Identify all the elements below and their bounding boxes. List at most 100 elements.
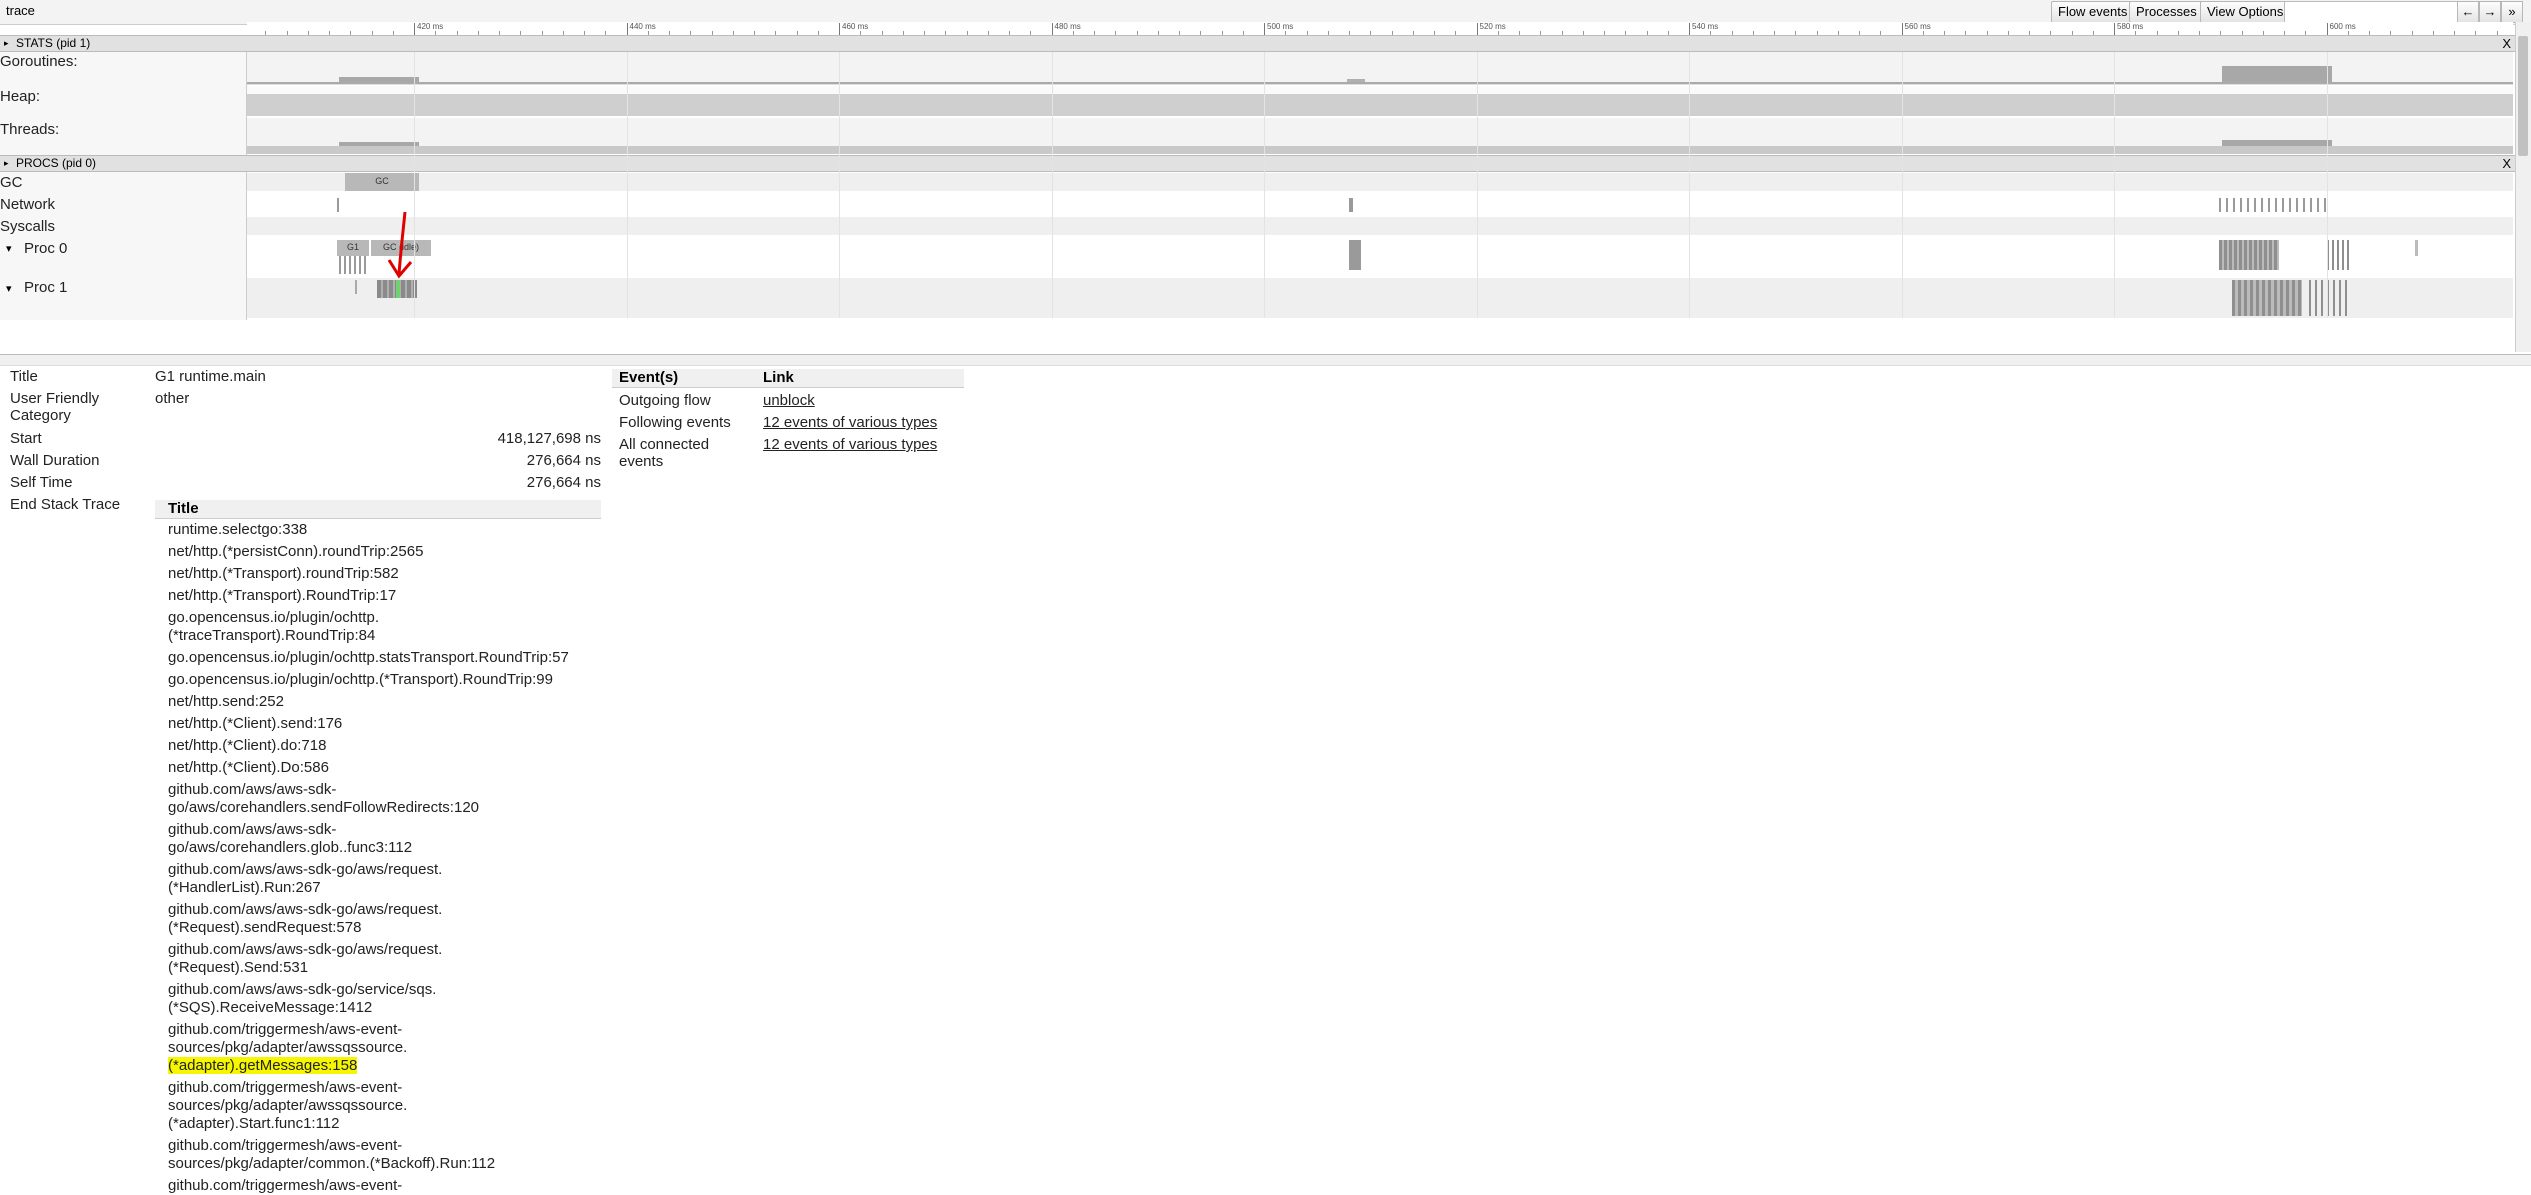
stack-frame: net/http.send:252 <box>168 693 598 711</box>
close-icon[interactable]: X <box>2502 36 2511 51</box>
collapse-icon[interactable]: ▸ <box>4 36 9 51</box>
outgoing-flow-link[interactable]: unblock <box>763 392 815 409</box>
proc0-event[interactable] <box>2415 240 2418 256</box>
track-label-proc1: Proc 1 <box>24 279 68 296</box>
stack-frame-line: go/aws/corehandlers.sendFollowRedirects:… <box>168 799 598 817</box>
annotation-arrow-icon <box>387 211 413 279</box>
stack-frame-line: runtime.selectgo:338 <box>168 521 598 539</box>
prev-result-button[interactable]: ← <box>2457 1 2479 23</box>
expand-icon[interactable]: ▾ <box>6 282 12 295</box>
detail-category-label: User Friendly Category <box>10 390 100 424</box>
stack-frame-text: sources/pkg/adapter/common.(*Backoff).Ru… <box>168 1155 496 1172</box>
detail-title-label: Title <box>10 368 38 385</box>
next-result-button[interactable]: → <box>2479 1 2501 23</box>
ruler-major-tick <box>1901 23 1903 35</box>
expand-icon[interactable]: ▾ <box>6 242 12 255</box>
stack-frame-text: go.opencensus.io/plugin/ochttp. <box>168 609 379 626</box>
proc0-subevents[interactable] <box>339 256 369 274</box>
proc0-event-cluster[interactable] <box>2219 240 2279 270</box>
stack-frame-line: sources/pkg/adapter/awssqssource. <box>168 1039 598 1057</box>
stack-frame-text: net/http.(*Client).Do:586 <box>168 759 329 776</box>
stack-frame-text: github.com/aws/aws-sdk-go/service/sqs. <box>168 981 437 998</box>
stack-frame-line: github.com/triggermesh/aws-event- <box>168 1021 598 1039</box>
ruler-label: 540 ms <box>1692 22 1719 31</box>
detail-wall-duration-label: Wall Duration <box>10 452 100 469</box>
panel-resize-handle[interactable] <box>0 354 2531 366</box>
g1-slice[interactable]: G1 <box>337 240 369 256</box>
detail-self-time-value: 276,664 ns <box>526 474 601 491</box>
flow-events-button[interactable]: Flow events <box>2051 1 2135 23</box>
network-event-cluster[interactable] <box>2219 198 2329 212</box>
threads-area <box>247 146 2513 154</box>
expand-button[interactable]: » <box>2501 1 2523 23</box>
gc-lane[interactable]: GC <box>247 173 2513 191</box>
proc1-event-cluster[interactable] <box>2309 280 2349 316</box>
proc1-event-cluster[interactable] <box>2232 280 2302 316</box>
stack-frame: go.opencensus.io/plugin/ochttp.(*Transpo… <box>168 671 598 689</box>
stack-frame-line: (*HandlerList).Run:267 <box>168 879 598 897</box>
detail-wall-duration-value: 276,664 ns <box>526 452 601 469</box>
proc0-event-cluster[interactable] <box>2327 240 2352 270</box>
app-title: trace <box>6 3 35 18</box>
timeline-scrollbar-thumb[interactable] <box>2518 36 2528 156</box>
stack-frame-text: (*adapter).Start.func1:112 <box>168 1115 340 1132</box>
proc0-event[interactable] <box>1349 240 1361 270</box>
threads-lane[interactable] <box>247 118 2513 154</box>
processes-button[interactable]: Processes <box>2129 1 2204 23</box>
stats-section-header[interactable]: ▸ STATS (pid 1) X <box>0 35 2515 52</box>
ruler-label: 420 ms <box>417 22 444 31</box>
stack-frame-line: sources/pkg/adapter/common.(*Backoff).Ru… <box>168 1155 598 1173</box>
detail-start-value: 418,127,698 ns <box>497 430 601 447</box>
stack-frame-line: net/http.(*Transport).RoundTrip:17 <box>168 587 598 605</box>
following-events-link[interactable]: 12 events of various types <box>763 414 937 431</box>
stack-frame: net/http.(*Client).do:718 <box>168 737 598 755</box>
close-icon[interactable]: X <box>2502 156 2511 171</box>
procs-section-title: PROCS (pid 0) <box>16 156 97 170</box>
detail-category-value: other <box>155 390 190 407</box>
heap-lane[interactable] <box>247 86 2513 116</box>
selected-slice[interactable] <box>396 280 400 298</box>
network-event[interactable] <box>337 198 339 212</box>
detail-stack-label: End Stack Trace <box>10 496 121 513</box>
stack-frame: github.com/aws/aws-sdk-go/aws/corehandle… <box>168 821 598 857</box>
stack-frame: github.com/aws/aws-sdk-go/aws/request. (*… <box>168 901 598 937</box>
ruler-label: 520 ms <box>1479 22 1506 31</box>
stack-frame: github.com/triggermesh/aws-event-sources… <box>168 1079 598 1133</box>
events-col-header: Event(s) <box>619 369 679 386</box>
stack-frame-text: github.com/triggermesh/aws-event- <box>168 1021 403 1038</box>
goroutines-lane[interactable] <box>247 52 2513 85</box>
stack-frame-text: (*Request).Send:531 <box>168 959 309 976</box>
stack-frame-line: go.opencensus.io/plugin/ochttp.statsTran… <box>168 649 598 667</box>
search-input[interactable] <box>2284 1 2460 23</box>
stack-frame-text: github.com/triggermesh/aws-event- <box>168 1177 403 1194</box>
stack-frame-line: github.com/aws/aws-sdk-go/aws/request. <box>168 941 598 959</box>
proc1-event[interactable] <box>355 280 357 294</box>
network-event[interactable] <box>1349 198 1353 212</box>
stack-frame-line: github.com/aws/aws-sdk- <box>168 821 598 839</box>
events-table-header: Event(s) Link <box>612 369 964 388</box>
proc0-lane[interactable]: G1 GC (idle) <box>247 236 2513 278</box>
network-lane[interactable] <box>247 194 2513 216</box>
link-col-header: Link <box>763 369 794 386</box>
stack-frame-text: (*traceTransport).RoundTrip:84 <box>168 627 376 644</box>
stack-frame-text: go/aws/corehandlers.sendFollowRedirects:… <box>168 799 480 816</box>
all-connected-events-link[interactable]: 12 events of various types <box>763 436 937 453</box>
ruler-major-tick <box>1476 23 1478 35</box>
stack-frame-text: net/http.(*Transport).roundTrip:582 <box>168 565 399 582</box>
gc-slice[interactable]: GC <box>345 173 419 191</box>
stack-frame-line: (*Request).sendRequest:578 <box>168 919 598 937</box>
stack-frame-line: net/http.send:252 <box>168 693 598 711</box>
stack-frame: net/http.(*Client).Do:586 <box>168 759 598 777</box>
stack-frame-line: net/http.(*Client).Do:586 <box>168 759 598 777</box>
ruler-major-tick <box>2326 23 2328 35</box>
stats-section-title: STATS (pid 1) <box>16 36 91 50</box>
goroutines-bump <box>1347 79 1365 82</box>
proc1-lane[interactable] <box>247 278 2513 318</box>
collapse-icon[interactable]: ▸ <box>4 156 9 171</box>
stack-frame-text: (*SQS).ReceiveMessage:1412 <box>168 999 373 1016</box>
stack-frame-line: (*SQS).ReceiveMessage:1412 <box>168 999 598 1017</box>
procs-section-header[interactable]: ▸ PROCS (pid 0) X <box>0 155 2515 172</box>
syscalls-lane[interactable] <box>247 217 2513 235</box>
view-options-button[interactable]: View Options <box>2200 1 2291 23</box>
time-ruler: 420 ms 440 ms 460 ms 480 ms 500 ms 520 ms 540 … <box>247 22 2513 36</box>
